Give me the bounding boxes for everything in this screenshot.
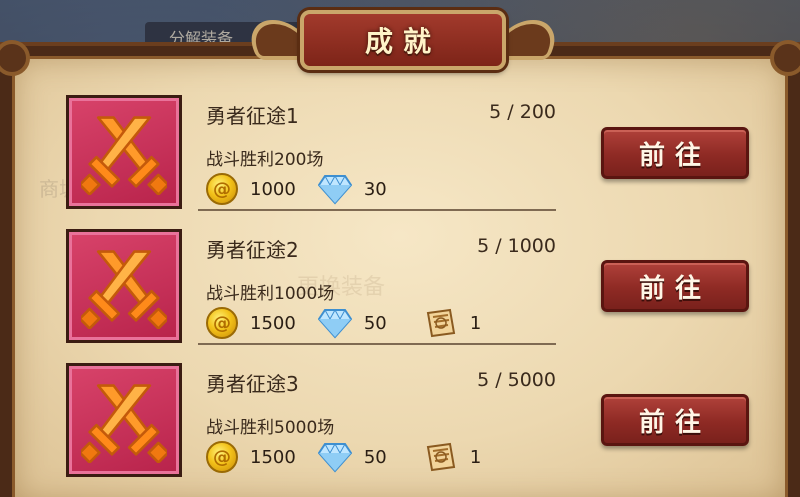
achievement-icon xyxy=(66,229,182,343)
row-divider xyxy=(198,343,556,345)
reward-item: 1 xyxy=(424,307,508,339)
achievement-name: 勇者征途3 xyxy=(206,372,299,396)
go-button[interactable]: 前往 xyxy=(601,394,749,446)
dialog-title: 成就 xyxy=(364,25,441,58)
achievement-row: 勇者征途3 5 / 5000 战斗胜利5000场 @ 1500 50 1 前往 xyxy=(66,363,766,493)
achievement-name: 勇者征途1 xyxy=(206,104,299,128)
achievement-description: 战斗胜利5000场 xyxy=(206,418,335,438)
achievement-name: 勇者征途2 xyxy=(206,238,299,262)
reward-value: 1 xyxy=(469,446,482,468)
reward-item: @ 1500 xyxy=(206,441,296,473)
achievement-progress: 5 / 200 xyxy=(489,101,556,123)
achievement-progress: 5 / 5000 xyxy=(477,369,556,391)
achievement-progress: 5 / 1000 xyxy=(477,235,556,257)
achievement-row: 勇者征途2 5 / 1000 战斗胜利1000场 @ 1500 50 1 前往 xyxy=(66,229,766,359)
reward-item: 50 xyxy=(317,441,402,473)
reward-value: 1000 xyxy=(250,178,296,200)
reward-value: 1500 xyxy=(250,446,296,468)
achievement-icon xyxy=(66,363,182,477)
frame-corner-ornament xyxy=(770,40,800,76)
achievement-row: 勇者征途1 5 / 200 战斗胜利200场 @ 1000 30 前往 xyxy=(66,95,766,225)
reward-item: @ 1000 xyxy=(206,173,296,205)
go-button[interactable]: 前往 xyxy=(601,260,749,312)
crossed-swords-icon xyxy=(81,250,167,329)
gold-coin-icon: @ xyxy=(206,307,238,339)
reward-list: @ 1500 50 1 xyxy=(206,441,530,473)
scroll-icon xyxy=(424,441,458,473)
diamond-icon xyxy=(317,307,352,339)
reward-item: 30 xyxy=(317,173,402,205)
reward-value: 50 xyxy=(363,312,387,334)
diamond-icon xyxy=(317,441,352,473)
reward-value: 30 xyxy=(363,178,387,200)
reward-list: @ 1000 30 xyxy=(206,173,424,205)
reward-value: 1500 xyxy=(250,312,296,334)
reward-list: @ 1500 50 1 xyxy=(206,307,530,339)
achievement-icon xyxy=(66,95,182,209)
crossed-swords-icon xyxy=(81,116,167,195)
reward-value: 1 xyxy=(469,312,482,334)
achievement-description: 战斗胜利200场 xyxy=(206,150,324,170)
go-button[interactable]: 前往 xyxy=(601,127,749,179)
crossed-swords-icon xyxy=(81,384,167,463)
reward-value: 50 xyxy=(363,446,387,468)
achievement-description: 战斗胜利1000场 xyxy=(206,284,335,304)
reward-item: 50 xyxy=(317,307,402,339)
row-divider xyxy=(198,209,556,211)
reward-item: @ 1500 xyxy=(206,307,296,339)
scroll-icon xyxy=(424,307,458,339)
reward-item: 1 xyxy=(424,441,508,473)
dialog-title-plaque: 成就 xyxy=(300,10,506,70)
gold-coin-icon: @ xyxy=(206,173,238,205)
diamond-icon xyxy=(317,173,352,205)
gold-coin-icon: @ xyxy=(206,441,238,473)
